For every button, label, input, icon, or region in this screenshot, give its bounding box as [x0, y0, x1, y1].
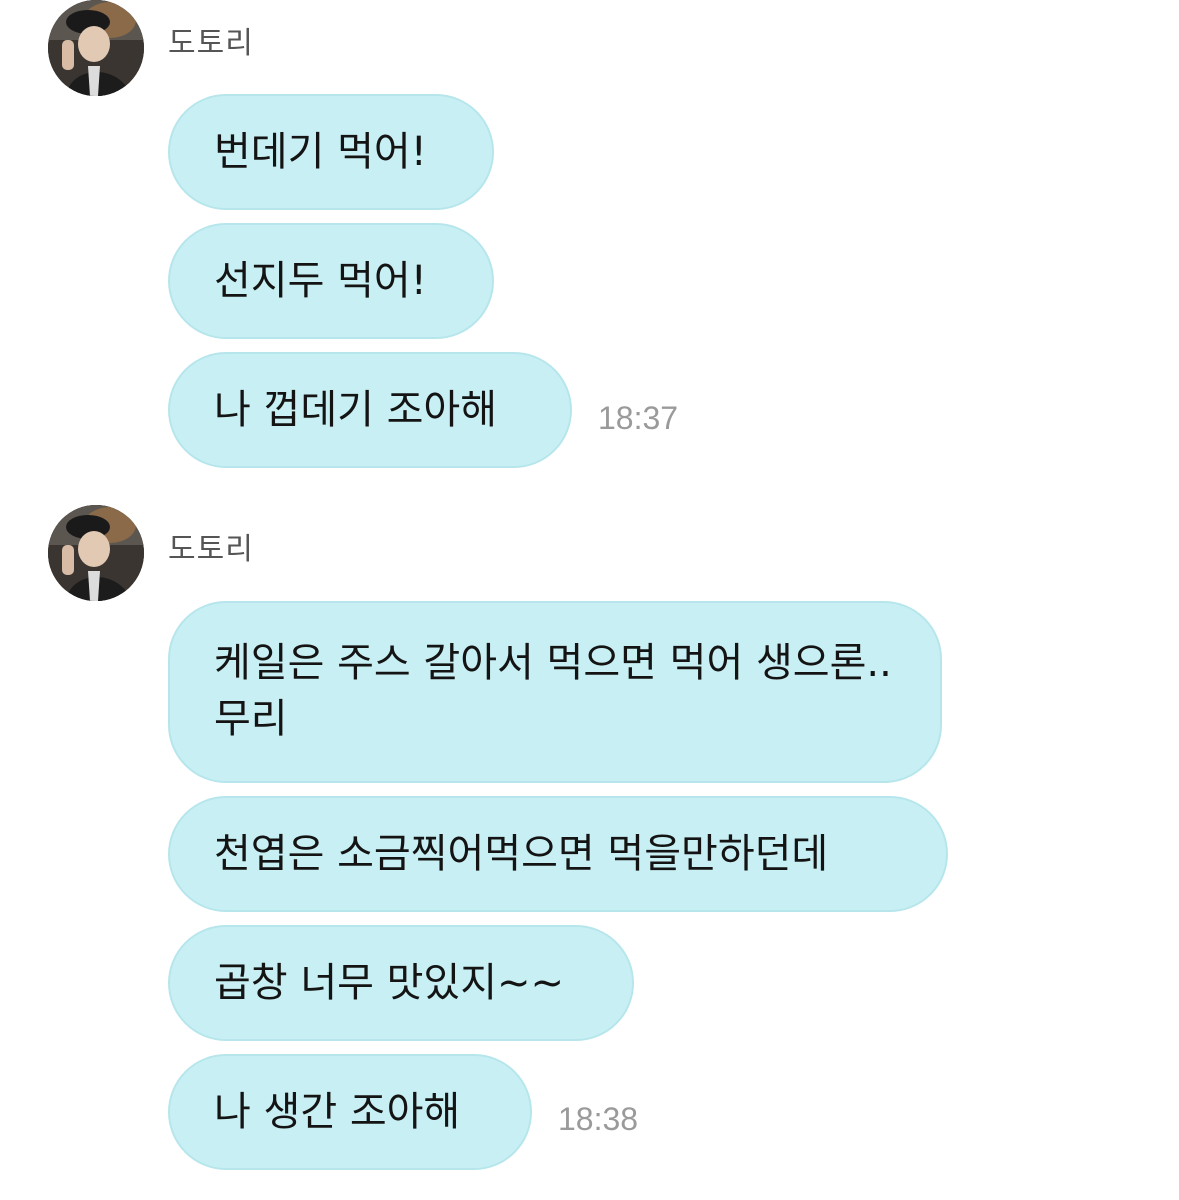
profile-photo-icon [48, 505, 144, 601]
message-group-2: 도토리 케일은 주스 갈아서 먹으면 먹어 생으론..무리 천엽은 소금찍어먹으… [0, 505, 1179, 1185]
sender-name: 도토리 [168, 26, 254, 61]
message-bubble[interactable]: 나 껍데기 조아해 [168, 352, 572, 468]
message-group-1: 도토리 번데기 먹어! 선지두 먹어! 나 껍데기 조아해 18:37 [0, 0, 1179, 480]
message-bubble[interactable]: 곱창 너무 맛있지~~ [168, 925, 634, 1041]
message-bubble[interactable]: 번데기 먹어! [168, 94, 494, 210]
message-bubble[interactable]: 나 생간 조아해 [168, 1054, 532, 1170]
sender-name: 도토리 [168, 532, 254, 567]
profile-photo-icon [48, 0, 144, 96]
avatar[interactable] [48, 0, 144, 96]
message-timestamp: 18:38 [558, 1101, 639, 1137]
message-bubble[interactable]: 케일은 주스 갈아서 먹으면 먹어 생으론..무리 [168, 601, 942, 783]
message-bubble[interactable]: 선지두 먹어! [168, 223, 494, 339]
message-bubble[interactable]: 천엽은 소금찍어먹으면 먹을만하던데 [168, 796, 948, 912]
message-timestamp: 18:37 [598, 400, 679, 436]
avatar[interactable] [48, 505, 144, 601]
